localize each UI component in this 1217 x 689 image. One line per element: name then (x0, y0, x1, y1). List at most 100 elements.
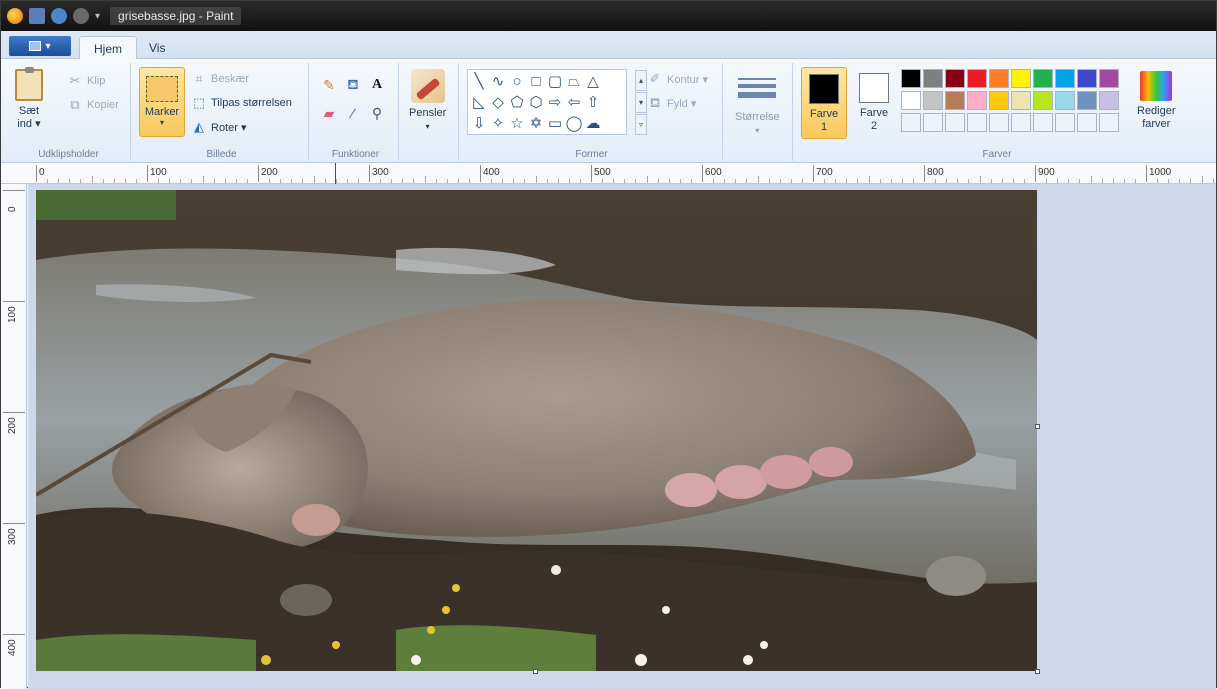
palette-custom-slot[interactable] (989, 113, 1009, 132)
shapes-expand[interactable]: ▿ (635, 114, 647, 135)
palette-custom-slot[interactable] (1077, 113, 1097, 132)
six-point-star-shape-icon[interactable]: ✡ (527, 114, 545, 132)
crop-button[interactable]: ⌗ Beskær (191, 71, 249, 87)
palette-color-swatch[interactable] (923, 91, 943, 110)
rounded-rectangle-shape-icon[interactable]: ▢ (546, 72, 564, 90)
fill-label: Fyld ▾ (667, 97, 697, 110)
four-point-star-shape-icon[interactable]: ✧ (489, 114, 507, 132)
paint-app-icon[interactable] (7, 8, 23, 24)
copy-button[interactable]: ⧉ Kopier (67, 97, 118, 113)
palette-custom-slot[interactable] (967, 113, 987, 132)
palette-color-swatch[interactable] (967, 91, 987, 110)
palette-color-swatch[interactable] (1099, 69, 1119, 88)
rect-callout-shape-icon[interactable]: ▭ (546, 114, 564, 132)
eraser-icon[interactable]: ▰ (319, 103, 339, 123)
triangle-shape-icon[interactable]: △ (584, 72, 602, 90)
right-arrow-shape-icon[interactable]: ⇨ (546, 93, 564, 111)
palette-custom-slot[interactable] (945, 113, 965, 132)
up-arrow-shape-icon[interactable]: ⇧ (584, 93, 602, 111)
left-arrow-shape-icon[interactable]: ⇦ (565, 93, 583, 111)
rotate-button[interactable]: ◭ Roter ▾ (191, 119, 246, 135)
cut-button[interactable]: ✂ Klip (67, 73, 106, 89)
save-icon[interactable] (29, 8, 45, 24)
file-menu-button[interactable]: ▾ (9, 36, 71, 56)
text-tool-icon[interactable]: A (367, 75, 387, 95)
palette-custom-slot[interactable] (1011, 113, 1031, 132)
ruler-major-tick (3, 190, 25, 191)
oval-shape-icon[interactable]: ○ (508, 72, 526, 90)
palette-color-swatch[interactable] (901, 69, 921, 88)
outline-button[interactable]: ✐ Kontur ▾ (647, 71, 708, 87)
palette-color-swatch[interactable] (901, 91, 921, 110)
ruler-major-tick (147, 165, 148, 182)
line-shape-icon[interactable]: ╲ (470, 72, 488, 90)
palette-color-swatch[interactable] (1011, 69, 1031, 88)
curve-shape-icon[interactable]: ∿ (489, 72, 507, 90)
palette-custom-slot[interactable] (901, 113, 921, 132)
canvas-resize-handle-corner[interactable] (1035, 669, 1040, 674)
cloud-callout-shape-icon[interactable]: ☁ (584, 114, 602, 132)
resize-button[interactable]: ⬚ Tilpas størrelsen (191, 95, 292, 111)
fill-button[interactable]: ⛾ Fyld ▾ (647, 95, 697, 111)
right-triangle-shape-icon[interactable]: ◺ (470, 93, 488, 111)
magnifier-icon[interactable]: ⚲ (367, 103, 387, 123)
down-arrow-shape-icon[interactable]: ⇩ (470, 114, 488, 132)
edit-colors-button[interactable]: Rediger farver (1137, 71, 1176, 131)
ruler-tick-label: 400 (483, 167, 500, 178)
ruler-minor-tick (1046, 179, 1048, 183)
hexagon-shape-icon[interactable]: ⬡ (527, 93, 545, 111)
palette-color-swatch[interactable] (1077, 91, 1097, 110)
color1-button[interactable]: Farve 1 (801, 67, 847, 139)
palette-color-swatch[interactable] (1033, 91, 1053, 110)
ruler-minor-tick (1057, 179, 1059, 183)
ruler-major-tick (480, 165, 481, 182)
palette-color-swatch[interactable] (1033, 69, 1053, 88)
palette-color-swatch[interactable] (989, 69, 1009, 88)
palette-color-swatch[interactable] (1011, 91, 1031, 110)
palette-color-swatch[interactable] (945, 69, 965, 88)
palette-custom-slot[interactable] (1099, 113, 1119, 132)
fill-bucket-icon[interactable]: ⛾ (343, 75, 363, 95)
palette-color-swatch[interactable] (1077, 69, 1097, 88)
palette-color-swatch[interactable] (1099, 91, 1119, 110)
diamond-shape-icon[interactable]: ◇ (489, 93, 507, 111)
polygon-shape-icon[interactable]: ⏢ (565, 72, 583, 90)
palette-color-swatch[interactable] (989, 91, 1009, 110)
paste-label-1: Sæt (18, 105, 40, 117)
palette-color-swatch[interactable] (1055, 91, 1075, 110)
brushes-group: Pensler ▾ (403, 63, 459, 161)
brushes-button[interactable]: Pensler ▾ (409, 69, 446, 133)
image-canvas[interactable] (36, 190, 1037, 671)
customize-toolbar-dropdown[interactable]: ▾ (95, 11, 100, 22)
palette-color-swatch[interactable] (1055, 69, 1075, 88)
rectangle-shape-icon[interactable]: □ (527, 72, 545, 90)
palette-custom-slot[interactable] (1033, 113, 1053, 132)
canvas-resize-handle-right[interactable] (1035, 424, 1040, 429)
oval-callout-shape-icon[interactable]: ◯ (565, 114, 583, 132)
palette-custom-slot[interactable] (923, 113, 943, 132)
brushes-label: Pensler (409, 107, 447, 119)
tab-vis[interactable]: Vis (135, 36, 179, 60)
palette-custom-slot[interactable] (1055, 113, 1075, 132)
palette-color-swatch[interactable] (923, 69, 943, 88)
paste-button[interactable]: Sæt ind ▾ (15, 67, 43, 131)
ruler-minor-tick (502, 179, 504, 183)
pentagon-shape-icon[interactable]: ⬠ (508, 93, 526, 111)
five-point-star-shape-icon[interactable]: ☆ (508, 114, 526, 132)
size-button[interactable]: Størrelse ▾ (735, 71, 780, 137)
select-button[interactable]: Marker ▾ (139, 67, 185, 137)
ruler-minor-tick (846, 179, 848, 183)
ruler-tick-label: 300 (372, 167, 389, 178)
color2-button[interactable]: Farve 2 (851, 67, 897, 139)
shapes-scroll-down[interactable]: ▾ (635, 92, 647, 113)
tab-hjem[interactable]: Hjem (79, 36, 138, 60)
ruler-minor-tick (790, 179, 792, 183)
canvas-resize-handle-bottom[interactable] (533, 669, 538, 674)
color-picker-icon[interactable]: ⁄ (343, 103, 363, 123)
palette-color-swatch[interactable] (967, 69, 987, 88)
redo-icon[interactable] (73, 8, 89, 24)
undo-icon[interactable] (51, 8, 67, 24)
shapes-scroll-up[interactable]: ▴ (635, 70, 647, 91)
pencil-icon[interactable]: ✎ (319, 75, 339, 95)
palette-color-swatch[interactable] (945, 91, 965, 110)
